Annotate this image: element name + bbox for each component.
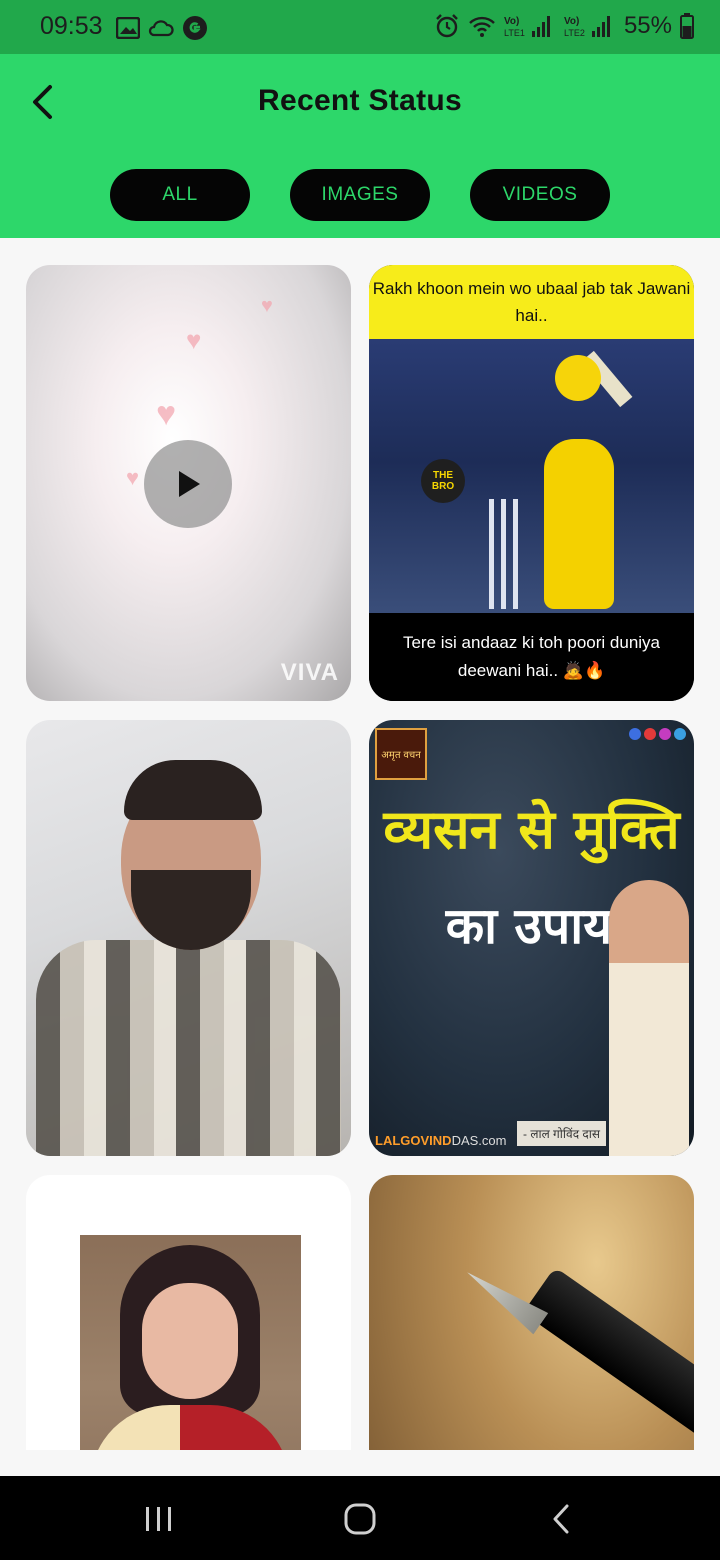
status-left-icons [116, 15, 208, 41]
person-photo [124, 760, 262, 820]
status-grid: ♥ ♥ ♥ ♥ VIVA Rakh khoon mein wo ubaal ja… [26, 265, 694, 1450]
svg-text:Vo): Vo) [564, 16, 579, 27]
video-watermark: VIVA [280, 659, 339, 686]
tab-videos[interactable]: VIDEOS [470, 169, 610, 221]
volte-lte2-signal-icon: Vo)LTE2 [564, 16, 610, 38]
svg-text:Vo): Vo) [504, 16, 519, 27]
woman-photo-dress [90, 1405, 290, 1450]
heart-decoration: ♥ [156, 395, 177, 433]
cloud-icon [148, 20, 174, 37]
meme-photo: THE BRO [369, 339, 694, 613]
status-card-image[interactable] [26, 720, 351, 1156]
tab-images[interactable]: IMAGES [290, 169, 430, 221]
recents-icon [146, 1507, 171, 1531]
status-right-icons: Vo) LTE1 Vo) LTE2 55% [434, 12, 694, 40]
filter-tabs: ALL IMAGES VIDEOS [0, 169, 720, 221]
stumps-graphic [489, 499, 519, 609]
play-button[interactable] [144, 440, 232, 528]
status-time: 09:53 [40, 12, 103, 40]
back-icon [553, 1504, 569, 1534]
page-title: Recent Status [258, 84, 462, 117]
meme-top-text: Rakh khoon mein wo ubaal jab tak Jawani … [369, 265, 694, 339]
svg-text:LTE1: LTE1 [504, 28, 525, 38]
system-nav-bar [0, 1476, 720, 1560]
play-icon [179, 471, 200, 497]
tab-all[interactable]: ALL [110, 169, 250, 221]
site-prefix: LALGOVIND [375, 1133, 452, 1148]
heart-decoration: ♥ [186, 325, 202, 355]
bro-logo: THE BRO [421, 459, 465, 503]
home-icon [344, 1503, 376, 1535]
heart-decoration: ♥ [126, 465, 140, 490]
instagram-icon [659, 728, 671, 740]
alarm-icon [436, 14, 458, 38]
status-card-video[interactable]: ♥ ♥ ♥ ♥ VIVA [26, 265, 351, 701]
poster-subheadline: का उपाय [445, 897, 613, 955]
svg-text:LTE2: LTE2 [564, 28, 585, 38]
pen-graphic [522, 1266, 694, 1440]
status-card-image[interactable] [369, 1175, 694, 1450]
battery-percent: 55% [623, 12, 672, 39]
site-suffix: DAS.com [451, 1133, 507, 1148]
status-card-image[interactable]: Rakh khoon mein wo ubaal jab tak Jawani … [369, 265, 694, 701]
status-card-image[interactable]: अमृत वचन व्यसन से मुक्ति का उपाय LALGOVI… [369, 720, 694, 1156]
battery-icon [680, 13, 694, 39]
poster-site: LALGOVINDDAS.com [375, 1133, 506, 1148]
volte-lte1-signal-icon: Vo)LTE1 [504, 16, 550, 38]
g-icon [183, 16, 207, 40]
nav-back-button[interactable] [536, 1494, 586, 1544]
meme-bottom-text: Tere isi andaaz ki toh poori duniya deew… [369, 613, 694, 701]
facebook-icon [629, 728, 641, 740]
amrit-vachan-logo: अमृत वचन [375, 728, 427, 780]
poster-headline: व्यसन से मुक्ति [383, 798, 680, 861]
poster-author: - लाल गोविंद दास [517, 1121, 606, 1146]
gallery-icon [116, 17, 140, 39]
woman-photo [80, 1235, 301, 1450]
speaker-photo [609, 880, 689, 1156]
home-button[interactable] [335, 1494, 385, 1544]
heart-decoration: ♥ [261, 295, 273, 317]
status-bar: 09:53 Vo) LTE1 Vo) LTE2 55% [0, 0, 720, 54]
player-graphic [555, 355, 601, 401]
wifi-icon [469, 16, 495, 37]
youtube-icon [644, 728, 656, 740]
woman-photo-face [142, 1283, 238, 1399]
social-icons [629, 728, 686, 740]
person-photo [36, 940, 341, 1156]
app-header: Recent Status ALL IMAGES VIDEOS [0, 54, 720, 238]
twitter-icon [674, 728, 686, 740]
status-card-image[interactable] [26, 1175, 351, 1450]
player-graphic [544, 439, 614, 609]
person-photo [131, 870, 251, 950]
recents-button[interactable] [134, 1494, 184, 1544]
